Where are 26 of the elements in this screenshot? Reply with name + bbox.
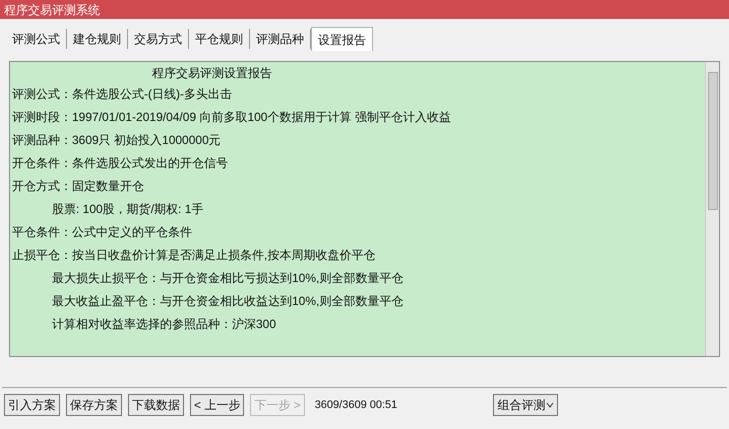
toolbar-button[interactable]: 下载数据 bbox=[128, 394, 184, 416]
report-line: 最大收益止盈平仓：与开仓资金相比收益达到10%,则全部数量平仓 bbox=[52, 292, 404, 310]
report-line: 平仓条件：公式中定义的平仓条件 bbox=[12, 224, 192, 240]
report-line: 评测时段：1997/01/01-2019/04/09 向前多取100个数据用于计算 强制平仓计入收益 bbox=[12, 108, 451, 126]
mode-dropdown[interactable]: 组合评测 bbox=[493, 394, 558, 416]
toolbar-button[interactable]: < 上一步 bbox=[190, 394, 244, 416]
report-line: 开仓方式：固定数量开仓 bbox=[12, 178, 144, 194]
report-line: 止损平仓：按当日收盘价计算是否满足止损条件,按本周期收盘价平仓 bbox=[12, 246, 376, 264]
toolbar-button[interactable]: 保存方案 bbox=[66, 394, 122, 416]
tab[interactable]: 建仓规则 bbox=[67, 29, 128, 49]
scrollbar[interactable] bbox=[705, 62, 719, 356]
report-line: 评测公式：条件选股公式-(日线)-多头出击 bbox=[12, 86, 232, 102]
report-line: 最大损失止损平仓：与开仓资金相比亏损达到10%,则全部数量平仓 bbox=[52, 270, 404, 286]
report-line: 股票: 100股，期货/期权: 1手 bbox=[52, 200, 204, 218]
tab[interactable]: 平仓规则 bbox=[189, 29, 250, 49]
tab[interactable]: 设置报告 bbox=[311, 27, 373, 51]
tab[interactable]: 评测公式 bbox=[6, 29, 67, 49]
report-line: 评测品种：3609只 初始投入1000000元 bbox=[12, 132, 221, 148]
caret-icon bbox=[546, 402, 554, 408]
window-title: 程序交易评测系统 bbox=[4, 2, 100, 18]
report-line: 计算相对收益率选择的参照品种：沪深300 bbox=[52, 316, 276, 332]
progress-text: 3609/3609 00:51 bbox=[314, 398, 398, 413]
tab[interactable]: 交易方式 bbox=[128, 29, 189, 49]
report-heading: 程序交易评测设置报告 bbox=[152, 65, 272, 82]
report-line: 开仓条件：条件选股公式发出的开仓信号 bbox=[12, 154, 228, 172]
toolbar-button[interactable]: 引入方案 bbox=[4, 394, 60, 416]
